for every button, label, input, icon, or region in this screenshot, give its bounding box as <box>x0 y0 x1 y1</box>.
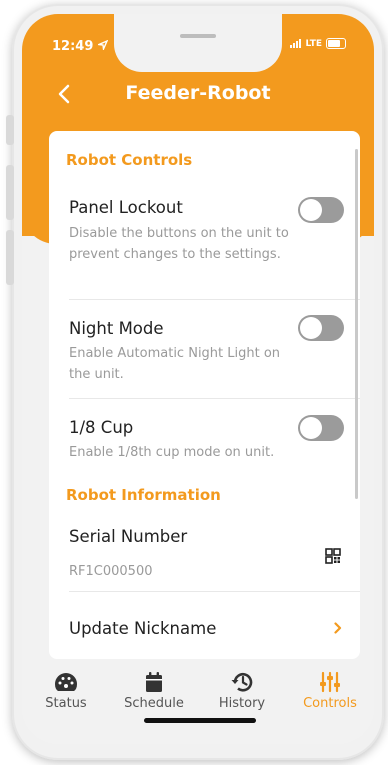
gauge-icon <box>22 661 110 693</box>
location-arrow-icon <box>96 39 109 52</box>
page-title: Feeder-Robot <box>125 82 271 104</box>
panel-lockout-toggle[interactable] <box>298 197 344 223</box>
eighth-cup-toggle[interactable] <box>298 415 344 441</box>
notch <box>114 14 282 72</box>
history-icon <box>198 661 286 693</box>
status-indicators: LTE <box>290 38 346 49</box>
serial-number-value: RF1C000500 <box>69 564 153 579</box>
side-button <box>6 165 14 220</box>
calendar-icon <box>110 661 198 693</box>
home-indicator[interactable] <box>144 718 256 723</box>
status-time: 12:49 <box>52 39 109 54</box>
sliders-icon <box>286 661 374 693</box>
tab-controls[interactable]: Controls <box>286 661 374 711</box>
panel-lockout-description: Disable the buttons on the unit to preve… <box>69 226 289 262</box>
toggle-knob <box>300 199 322 221</box>
qr-code-icon[interactable] <box>325 548 341 568</box>
tab-history[interactable]: History <box>198 661 286 711</box>
toggle-knob <box>300 417 322 439</box>
section-title-info: Robot Information <box>66 486 221 504</box>
eighth-cup-description: Enable 1/8th cup mode on unit. <box>69 445 275 460</box>
tab-bar: Status Schedule History Controls <box>22 661 374 744</box>
chevron-right-icon <box>334 618 342 639</box>
tab-label-schedule: Schedule <box>124 696 184 711</box>
night-mode-title: Night Mode <box>69 319 164 338</box>
update-nickname-row[interactable]: Update Nickname <box>49 592 360 656</box>
tab-status[interactable]: Status <box>22 661 110 711</box>
network-label: LTE <box>305 38 322 49</box>
eighth-cup-title: 1/8 Cup <box>69 418 134 437</box>
toggle-knob <box>300 317 322 339</box>
tab-label-controls: Controls <box>303 696 357 711</box>
panel-lockout-title: Panel Lockout <box>69 198 183 217</box>
signal-icon <box>290 39 302 48</box>
serial-number-label: Serial Number <box>69 527 188 546</box>
tab-label-history: History <box>218 696 266 711</box>
divider <box>69 398 360 399</box>
section-title-controls: Robot Controls <box>66 151 193 169</box>
controls-card: Robot Controls Panel Lockout Disable the… <box>49 131 360 659</box>
app-screen: 12:49 LTE Feeder-Robot Robot Controls Pa… <box>22 14 374 744</box>
night-mode-description: Enable Automatic Night Light on the unit… <box>69 346 281 382</box>
update-nickname-label: Update Nickname <box>69 619 217 638</box>
night-mode-toggle[interactable] <box>298 315 344 341</box>
tab-schedule[interactable]: Schedule <box>110 661 198 711</box>
side-button <box>6 230 14 285</box>
battery-icon <box>326 38 346 49</box>
divider <box>69 299 360 300</box>
speaker-grille <box>180 34 216 38</box>
side-button <box>6 115 14 145</box>
tab-label-status: Status <box>45 696 87 711</box>
scrollbar[interactable] <box>355 149 358 499</box>
